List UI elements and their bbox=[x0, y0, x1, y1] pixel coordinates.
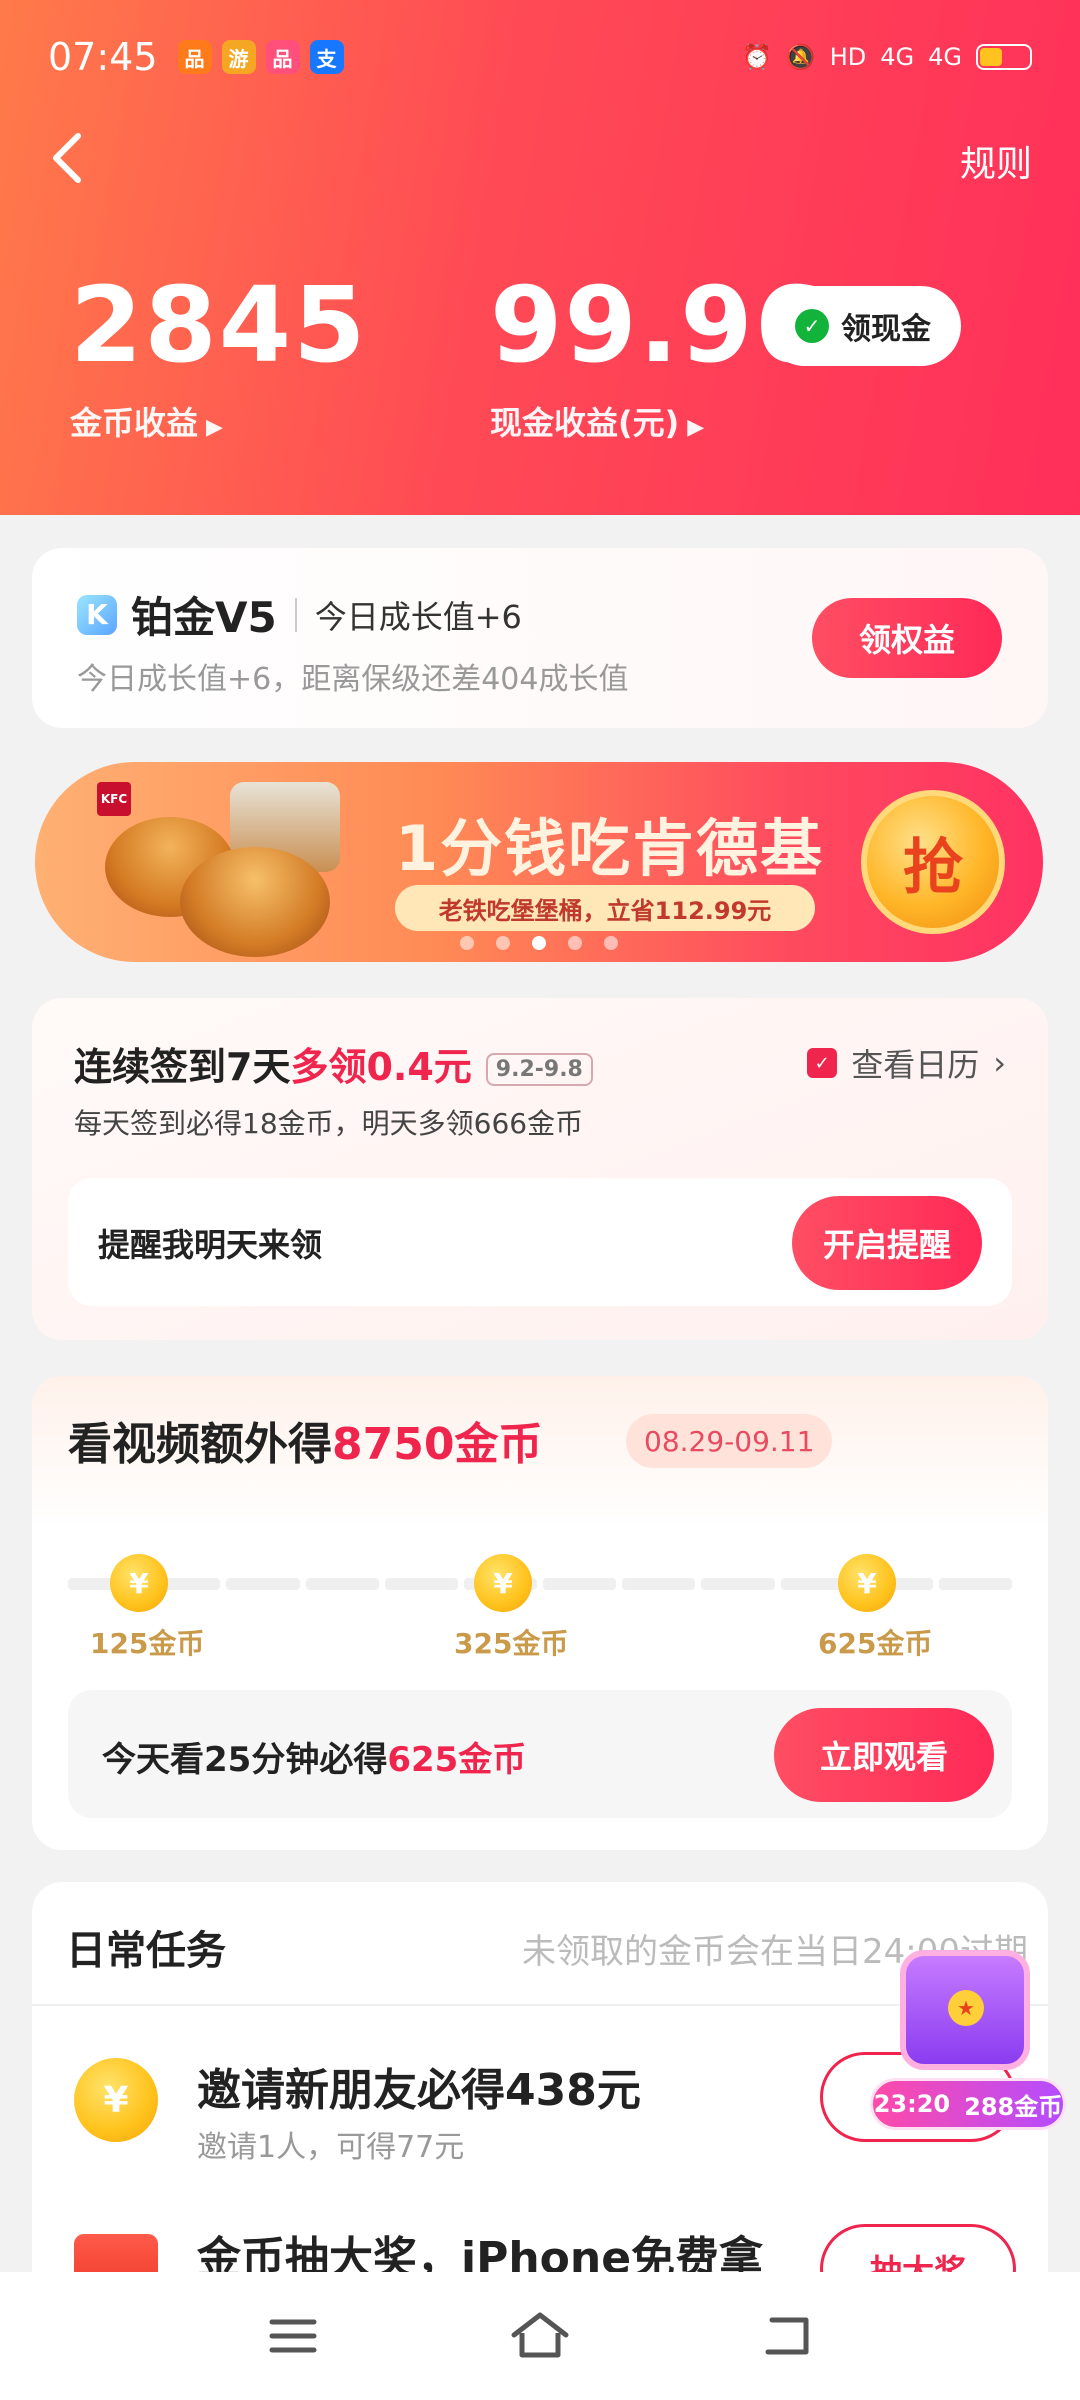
menu-button[interactable] bbox=[253, 2296, 333, 2376]
milestone-label: 125金币 bbox=[90, 1627, 205, 1660]
hd-indicator: HD bbox=[829, 43, 867, 71]
daily-tasks-heading: 日常任务 bbox=[66, 1928, 226, 1974]
milestone-label: 625金币 bbox=[818, 1627, 933, 1660]
coin-icon: ¥ bbox=[110, 1554, 168, 1612]
divider bbox=[294, 597, 297, 632]
alipay-app-icon: 支 bbox=[309, 40, 344, 74]
vip-description: 今日成长值+6，距离保级还差404成长值 bbox=[77, 662, 629, 697]
chest-countdown: 23:20 288金币 bbox=[870, 2078, 1066, 2130]
signal-4g-icon: 4G bbox=[928, 43, 962, 71]
home-button[interactable] bbox=[500, 2296, 580, 2376]
checkin-description: 每天签到必得18金币，明天多领666金币 bbox=[74, 1107, 584, 1140]
checkin-card: 连续签到7天多领0.4元 9.2-9.8 ✓ 查看日历 › 每天签到必得18金币，… bbox=[32, 998, 1048, 1340]
status-app-icons: 品 游 品 支 bbox=[177, 40, 344, 74]
remind-row: 提醒我明天来领 开启提醒 bbox=[68, 1178, 1012, 1306]
video-title: 看视频额外得8750金币 bbox=[68, 1419, 543, 1470]
status-bar: 07:45 品 游 品 支 ⏰ 🔕 HD 4G 4G bbox=[48, 32, 1032, 82]
task-title: 邀请新朋友必得438元 bbox=[197, 2065, 641, 2116]
home-icon bbox=[511, 2312, 569, 2358]
mute-icon: 🔕 bbox=[785, 43, 816, 71]
coin-value: 2845 bbox=[70, 264, 368, 386]
return-icon bbox=[765, 2317, 809, 2355]
coin-icon: ¥ bbox=[474, 1554, 532, 1612]
menu-icon bbox=[269, 2319, 317, 2353]
chest-reward: 288金币 bbox=[964, 2092, 1063, 2121]
carousel-dot-active[interactable] bbox=[532, 936, 546, 950]
watch-row: 今天看25分钟必得625金币 立即观看 bbox=[68, 1690, 1012, 1818]
vip-title: K 铂金V5 今日成长值+6 bbox=[77, 584, 522, 645]
back-nav-button[interactable] bbox=[747, 2296, 827, 2376]
triangle-right-icon: ▶ bbox=[206, 415, 223, 440]
checkin-dates: 9.2-9.8 bbox=[485, 1053, 593, 1086]
coin-label: 金币收益 ▶ bbox=[70, 404, 223, 442]
task-subtitle: 邀请1人，可得77元 bbox=[197, 2130, 465, 2165]
coin-icon: ¥ bbox=[838, 1554, 896, 1612]
enable-reminder-button[interactable]: 开启提醒 bbox=[792, 1196, 982, 1290]
back-button[interactable] bbox=[48, 128, 88, 198]
system-nav-bar bbox=[0, 2272, 1080, 2400]
wechat-icon: ✓ bbox=[795, 309, 829, 343]
alarm-icon: ⏰ bbox=[741, 43, 772, 71]
video-reward-card: 看视频额外得8750金币 08.29-09.11 ¥ ¥ ¥ 125金币 325… bbox=[32, 1376, 1048, 1850]
carousel-dot[interactable] bbox=[496, 936, 510, 950]
banner-subtitle: 老铁吃堡堡桶，立省112.99元 bbox=[395, 885, 815, 931]
triangle-right-icon: ▶ bbox=[687, 415, 705, 440]
milestone-label: 325金币 bbox=[454, 1627, 569, 1660]
withdraw-cash-button[interactable]: ✓ 领现金 bbox=[765, 286, 961, 366]
carousel-dot[interactable] bbox=[568, 936, 582, 950]
shop-app-icon: 品 bbox=[265, 40, 300, 74]
game-app-icon: 游 bbox=[221, 40, 256, 74]
claim-benefits-button[interactable]: 领权益 bbox=[812, 598, 1002, 678]
coin-earnings[interactable]: 2845 金币收益 ▶ bbox=[70, 270, 367, 444]
signal-4g-icon: 4G bbox=[880, 43, 915, 71]
watch-label: 今天看25分钟必得625金币 bbox=[102, 1740, 527, 1780]
star-icon: ★ bbox=[948, 1990, 984, 2026]
carousel-dot[interactable] bbox=[604, 936, 618, 950]
status-time: 07:45 bbox=[48, 35, 158, 79]
withdraw-cash-label: 领现金 bbox=[841, 312, 931, 347]
burger-image bbox=[180, 847, 330, 957]
checkin-title: 连续签到7天多领0.4元 9.2-9.8 bbox=[74, 1036, 593, 1091]
carousel-dots bbox=[460, 936, 618, 950]
kfc-logo: KFC bbox=[97, 782, 131, 816]
header: 07:45 品 游 品 支 ⏰ 🔕 HD 4G 4G 规则 2845 金币收益 ▶… bbox=[0, 0, 1080, 515]
banner-title: 1分钱吃肯德基 bbox=[395, 812, 825, 885]
carousel-dot[interactable] bbox=[460, 936, 474, 950]
vip-card: K 铂金V5 今日成长值+6 今日成长值+6，距离保级还差404成长值 领权益 bbox=[32, 548, 1048, 728]
coin-icon: ¥ bbox=[74, 2058, 158, 2142]
treasure-chest-widget[interactable]: ★ 23:20 288金币 bbox=[870, 1950, 1070, 2150]
chevron-right-icon: › bbox=[993, 1044, 1006, 1082]
cash-label: 现金收益(元) ▶ bbox=[490, 404, 705, 442]
view-calendar-link[interactable]: ✓ 查看日历 › bbox=[807, 1040, 1006, 1086]
chest-timer: 23:20 bbox=[873, 2090, 951, 2118]
kfc-promo-banner[interactable]: KFC 1分钱吃肯德基 老铁吃堡堡桶，立省112.99元 抢 bbox=[35, 762, 1043, 962]
battery-icon bbox=[976, 44, 1032, 70]
calendar-icon: ✓ bbox=[807, 1048, 838, 1078]
remind-label: 提醒我明天来领 bbox=[98, 1226, 323, 1264]
status-indicators: ⏰ 🔕 HD 4G 4G bbox=[742, 43, 1032, 71]
chevron-left-icon bbox=[53, 133, 81, 183]
video-date-range: 08.29-09.11 bbox=[626, 1414, 833, 1468]
grab-button[interactable]: 抢 bbox=[861, 790, 1005, 934]
taobao-app-icon: 品 bbox=[177, 40, 212, 74]
watch-now-button[interactable]: 立即观看 bbox=[774, 1708, 994, 1802]
vip-level: 铂金V5 bbox=[131, 593, 277, 642]
vip-today-growth: 今日成长值+6 bbox=[314, 597, 522, 636]
vip-badge-icon: K bbox=[77, 594, 117, 635]
rules-link[interactable]: 规则 bbox=[960, 135, 1032, 187]
